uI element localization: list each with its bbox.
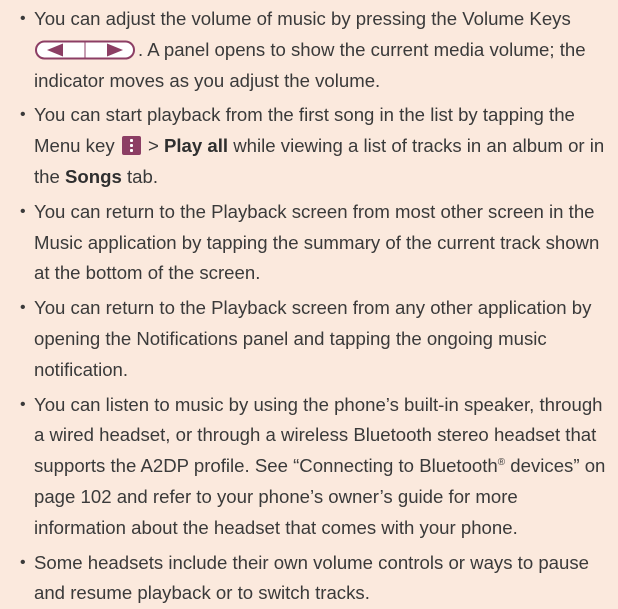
tip-return-playback-notifications: You can return to the Playback screen fr… [20,293,610,385]
tip-volume-keys: You can adjust the volume of music by pr… [20,4,610,96]
tips-list: You can adjust the volume of music by pr… [20,4,610,609]
tip-headset-controls: Some headsets include their own volume c… [20,548,610,609]
tip-return-playback-music-app: You can return to the Playback screen fr… [20,197,610,289]
menu-key-icon [121,136,141,156]
volume-keys-icon [34,39,138,60]
tip-listen-headset: You can listen to music by using the pho… [20,390,610,544]
tip-play-all: You can start playback from the first so… [20,100,610,192]
play-all-label: Play all [163,135,229,157]
manual-page: You can adjust the volume of music by pr… [0,0,618,609]
songs-tab-label: Songs [65,165,122,187]
